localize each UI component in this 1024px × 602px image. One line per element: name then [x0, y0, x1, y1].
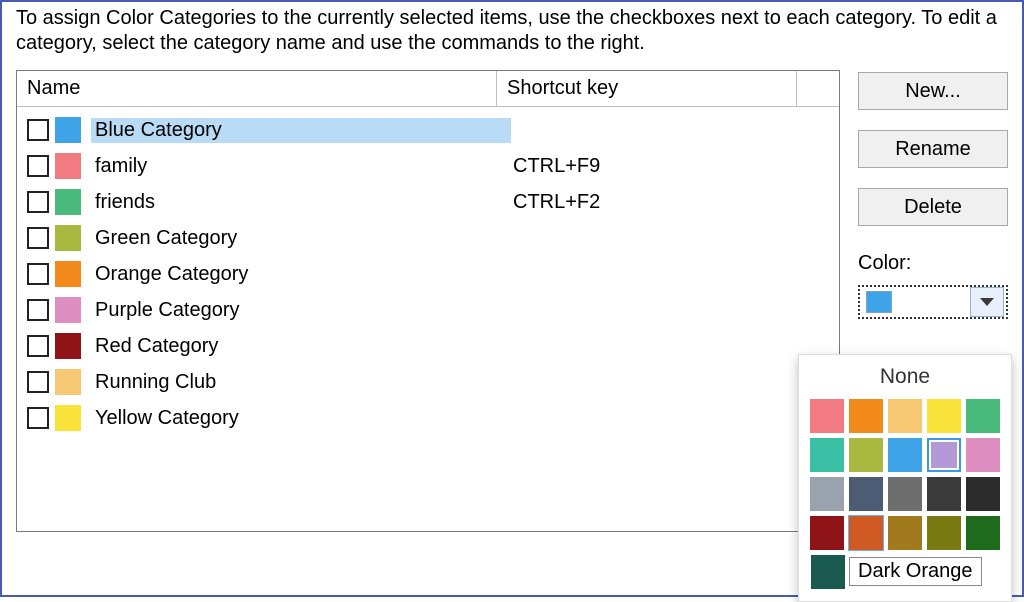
- table-row[interactable]: Orange Category: [23, 256, 833, 292]
- color-swatch[interactable]: [927, 438, 961, 472]
- color-swatch[interactable]: [888, 516, 922, 550]
- category-checkbox[interactable]: [27, 371, 49, 393]
- category-checkbox[interactable]: [27, 335, 49, 357]
- table-row[interactable]: Green Category: [23, 220, 833, 256]
- category-color-swatch: [55, 261, 81, 287]
- category-color-swatch: [55, 333, 81, 359]
- chevron-down-glyph: [980, 298, 994, 306]
- table-row[interactable]: Running Club: [23, 364, 833, 400]
- color-swatch[interactable]: [849, 399, 883, 433]
- category-label[interactable]: friends: [91, 190, 511, 215]
- category-label[interactable]: Green Category: [91, 226, 511, 251]
- color-swatch[interactable]: [966, 438, 1000, 472]
- category-shortcut: CTRL+F2: [511, 191, 833, 214]
- color-swatch[interactable]: [966, 399, 1000, 433]
- color-swatch[interactable]: [927, 399, 961, 433]
- new-button[interactable]: New...: [858, 72, 1008, 110]
- color-swatch[interactable]: [810, 399, 844, 433]
- column-header-spacer: [797, 71, 839, 107]
- category-color-swatch: [55, 153, 81, 179]
- color-swatch[interactable]: [849, 516, 883, 550]
- category-label[interactable]: Running Club: [91, 370, 511, 395]
- color-dropdown-swatch: [866, 291, 892, 313]
- color-categories-panel: To assign Color Categories to the curren…: [0, 0, 1024, 597]
- color-swatch[interactable]: [888, 399, 922, 433]
- color-swatch-grid: [809, 399, 1001, 550]
- table-row[interactable]: Blue Category: [23, 112, 833, 148]
- color-none-option[interactable]: None: [809, 361, 1001, 399]
- category-label[interactable]: Yellow Category: [91, 406, 511, 431]
- instruction-text: To assign Color Categories to the curren…: [2, 6, 1022, 70]
- color-swatch[interactable]: [810, 477, 844, 511]
- category-label[interactable]: family: [91, 154, 511, 179]
- category-color-swatch: [55, 189, 81, 215]
- color-picker-popup: None Dark Orange: [798, 354, 1012, 602]
- color-swatch[interactable]: [966, 516, 1000, 550]
- list-header: Name Shortcut key: [17, 71, 839, 108]
- category-checkbox[interactable]: [27, 227, 49, 249]
- category-checkbox[interactable]: [27, 119, 49, 141]
- category-label[interactable]: Blue Category: [91, 118, 511, 143]
- column-header-name[interactable]: Name: [17, 71, 497, 107]
- color-tooltip: Dark Orange: [849, 557, 982, 586]
- delete-button[interactable]: Delete: [858, 188, 1008, 226]
- category-color-swatch: [55, 297, 81, 323]
- category-shortcut: CTRL+F9: [511, 155, 833, 178]
- column-header-shortcut[interactable]: Shortcut key: [497, 71, 797, 107]
- color-dropdown[interactable]: [858, 285, 1008, 319]
- rename-button[interactable]: Rename: [858, 130, 1008, 168]
- category-label[interactable]: Red Category: [91, 334, 511, 359]
- category-label[interactable]: Orange Category: [91, 262, 511, 287]
- table-row[interactable]: Purple Category: [23, 292, 833, 328]
- color-swatch[interactable]: [849, 438, 883, 472]
- list-body: Blue CategoryfamilyCTRL+F9friendsCTRL+F2…: [17, 108, 839, 440]
- color-swatch[interactable]: [810, 438, 844, 472]
- table-row[interactable]: familyCTRL+F9: [23, 148, 833, 184]
- table-row[interactable]: Red Category: [23, 328, 833, 364]
- category-checkbox[interactable]: [27, 407, 49, 429]
- category-list: Name Shortcut key Blue Category familyCTR…: [16, 70, 840, 532]
- category-checkbox[interactable]: [27, 263, 49, 285]
- side-controls: New... Rename Delete Color:: [858, 70, 1008, 319]
- color-swatch[interactable]: [888, 477, 922, 511]
- category-label[interactable]: Purple Category: [91, 298, 511, 323]
- color-swatch[interactable]: [811, 555, 845, 589]
- color-swatch[interactable]: [927, 477, 961, 511]
- color-label: Color:: [858, 252, 1008, 275]
- color-swatch[interactable]: [927, 516, 961, 550]
- category-checkbox[interactable]: [27, 191, 49, 213]
- category-color-swatch: [55, 369, 81, 395]
- color-swatch[interactable]: [849, 477, 883, 511]
- category-color-swatch: [55, 225, 81, 251]
- color-swatch-extra-row: Dark Orange: [809, 555, 1001, 591]
- chevron-down-icon[interactable]: [970, 287, 1004, 317]
- color-swatch[interactable]: [810, 516, 844, 550]
- category-checkbox[interactable]: [27, 155, 49, 177]
- category-color-swatch: [55, 117, 81, 143]
- color-swatch[interactable]: [966, 477, 1000, 511]
- category-checkbox[interactable]: [27, 299, 49, 321]
- category-color-swatch: [55, 405, 81, 431]
- table-row[interactable]: Yellow Category: [23, 400, 833, 436]
- table-row[interactable]: friendsCTRL+F2: [23, 184, 833, 220]
- color-combo-wrap: [858, 285, 1008, 319]
- color-swatch[interactable]: [888, 438, 922, 472]
